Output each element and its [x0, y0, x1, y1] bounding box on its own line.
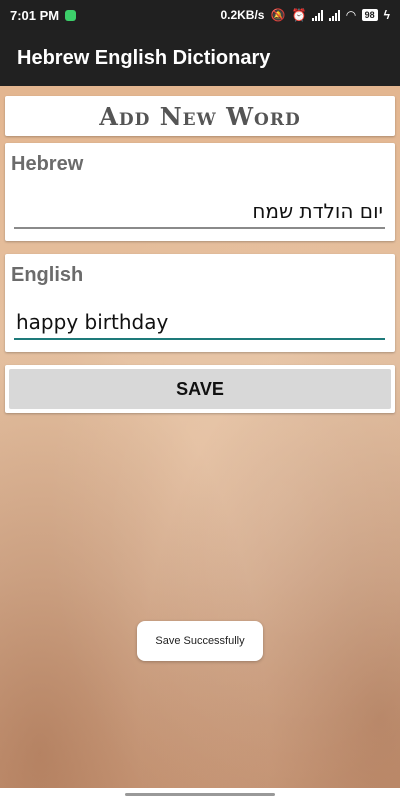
- app-bar: Hebrew English Dictionary: [0, 30, 400, 86]
- page-title: Add New Word: [99, 101, 301, 131]
- notification-app-icon: [65, 9, 77, 21]
- hebrew-input[interactable]: [14, 195, 385, 229]
- english-input[interactable]: [14, 306, 385, 340]
- alarm-icon: ⏰: [291, 8, 307, 22]
- status-left: 7:01 PM: [10, 7, 77, 23]
- app-title: Hebrew English Dictionary: [17, 46, 271, 69]
- mute-icon: 🔕: [270, 8, 286, 22]
- hebrew-card: Hebrew: [5, 143, 395, 241]
- english-card: English: [5, 254, 395, 352]
- charging-icon: ϟ: [383, 8, 390, 22]
- wifi-icon: ◠: [346, 8, 356, 22]
- status-time: 7:01 PM: [10, 7, 60, 23]
- status-right: 0.2KB/s 🔕 ⏰ ◠ 98 ϟ: [220, 8, 390, 22]
- english-label: English: [11, 264, 84, 286]
- status-bar: 7:01 PM 0.2KB/s 🔕 ⏰ ◠ 98 ϟ: [0, 0, 400, 30]
- main-content: Add New Word Hebrew English SAVE Save Su…: [0, 86, 400, 788]
- save-button-label: SAVE: [9, 369, 391, 409]
- signal-icon: [329, 9, 341, 21]
- home-gesture-handle[interactable]: [125, 793, 275, 796]
- navigation-bar: [0, 788, 400, 800]
- signal-icon: [312, 9, 324, 21]
- battery-icon: 98: [361, 9, 378, 21]
- heading-card: Add New Word: [5, 96, 395, 136]
- network-speed: 0.2KB/s: [220, 8, 265, 22]
- hebrew-label: Hebrew: [11, 153, 84, 175]
- save-button[interactable]: SAVE: [5, 365, 395, 413]
- toast-message: Save Successfully: [137, 621, 263, 661]
